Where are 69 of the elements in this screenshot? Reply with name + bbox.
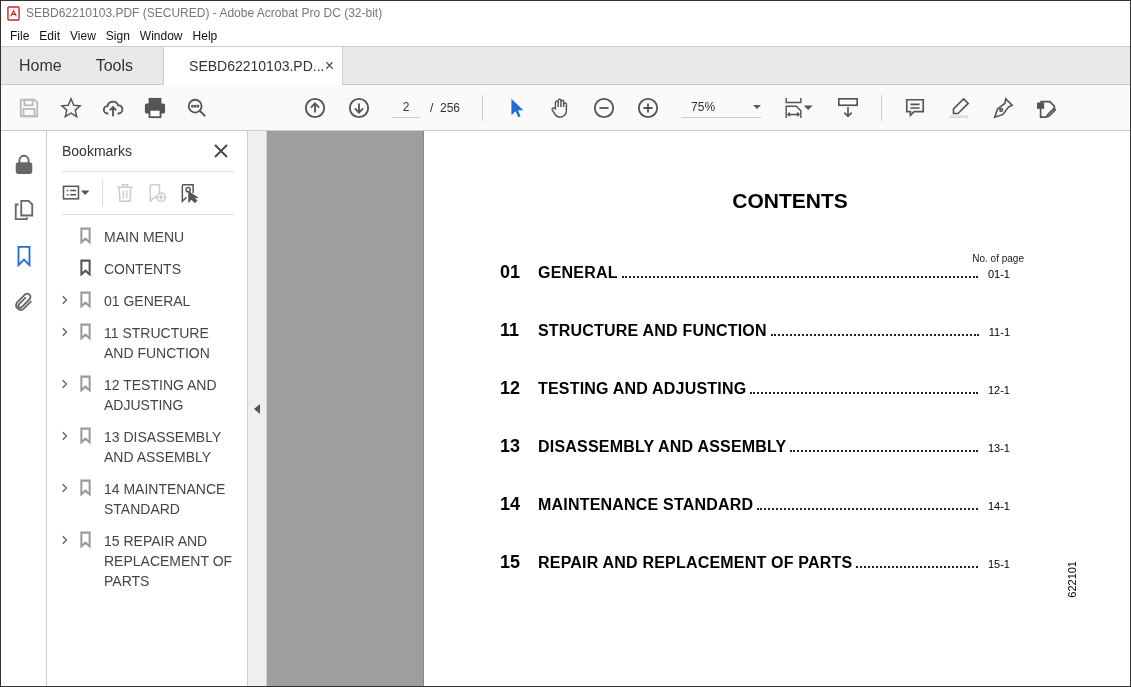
page-reference: 13-1 xyxy=(987,442,1010,454)
window-title: SEBD62210103.PDF (SECURED) - Adobe Acrobat Pro DC (32-bit) xyxy=(26,6,383,20)
menu-item[interactable]: File xyxy=(5,28,35,43)
pages-icon[interactable] xyxy=(12,199,35,221)
expand-chevron-icon[interactable] xyxy=(62,327,68,337)
menu-item[interactable]: Sign xyxy=(100,28,135,43)
bookmark-item[interactable]: 13 DISASSEMBLY AND ASSEMBLY xyxy=(104,427,234,467)
scroll-mode-icon[interactable] xyxy=(837,96,860,119)
section-title: STRUCTURE AND FUNCTION xyxy=(538,322,767,340)
document-tab[interactable]: SEBD62210103.PD...× xyxy=(163,47,344,85)
fit-width-icon[interactable] xyxy=(783,96,816,119)
collapse-arrow-icon[interactable] xyxy=(254,403,260,414)
bookmark-item[interactable]: 12 TESTING AND ADJUSTING xyxy=(104,375,234,415)
menu-item[interactable]: Window xyxy=(134,28,188,43)
previous-page-icon[interactable] xyxy=(304,96,326,119)
fountain-pen-icon[interactable] xyxy=(992,96,1015,119)
menu-item[interactable]: Edit xyxy=(34,28,66,43)
section-number: 15 xyxy=(500,552,522,573)
expand-chevron-icon[interactable] xyxy=(62,483,68,493)
section-number: 12 xyxy=(500,378,522,399)
pdf-icon xyxy=(7,5,20,21)
bookmark-item[interactable]: 14 MAINTENANCE STANDARD xyxy=(104,479,234,519)
bookmark-item[interactable]: CONTENTS xyxy=(104,259,181,279)
section-number: 11 xyxy=(500,320,521,341)
star-icon[interactable] xyxy=(60,96,82,119)
section-title: TESTING AND ADJUSTING xyxy=(538,380,747,398)
bookmark-search-icon[interactable] xyxy=(179,183,199,203)
next-page-icon[interactable] xyxy=(348,96,370,119)
zoom-in-icon[interactable] xyxy=(637,96,660,119)
bookmark-item[interactable]: 15 REPAIR AND REPLACEMENT OF PARTS xyxy=(104,531,234,591)
expand-chevron-icon[interactable] xyxy=(62,431,68,441)
column-header: No. of page xyxy=(971,253,1024,264)
page-reference: 12-1 xyxy=(987,384,1010,396)
document-title: CONTENTS xyxy=(731,189,849,213)
page-reference: 01-1 xyxy=(987,268,1010,280)
nav-tab[interactable]: Home xyxy=(1,47,78,84)
page-reference: 11-1 xyxy=(988,326,1010,338)
expand-chevron-icon[interactable] xyxy=(62,379,68,389)
close-icon[interactable] xyxy=(214,144,228,158)
comment-icon[interactable] xyxy=(904,96,927,119)
printer-icon[interactable] xyxy=(144,96,166,119)
expand-chevron-icon[interactable] xyxy=(62,295,68,305)
bookmark-item[interactable]: 01 GENERAL xyxy=(104,291,191,311)
list-options-icon[interactable] xyxy=(62,183,90,203)
zoom-dropdown[interactable]: 75% xyxy=(681,97,762,118)
nav-tab[interactable]: Tools xyxy=(77,47,150,84)
page-reference: 14-1 xyxy=(987,500,1010,512)
paperclip-icon[interactable] xyxy=(12,291,35,313)
page-number-field[interactable]: 2 xyxy=(392,97,420,118)
menu-item[interactable]: Help xyxy=(187,28,223,43)
panel-title: Bookmarks xyxy=(62,143,133,159)
section-title: GENERAL xyxy=(538,264,618,282)
zoom-out-icon[interactable] xyxy=(593,96,616,119)
section-title: DISASSEMBLY AND ASSEMBLY xyxy=(538,438,787,456)
document-code: 622101 xyxy=(1066,561,1078,598)
section-title: MAINTENANCE STANDARD xyxy=(538,496,754,514)
section-number: 14 xyxy=(500,494,522,515)
section-number: 01 xyxy=(500,262,522,283)
bookmark-item[interactable]: 11 STRUCTURE AND FUNCTION xyxy=(104,323,234,363)
page-reference: 15-1 xyxy=(987,558,1010,570)
magnifier-icon[interactable] xyxy=(186,96,208,119)
bookmark-item[interactable]: MAIN MENU xyxy=(104,227,185,247)
expand-chevron-icon[interactable] xyxy=(62,535,68,545)
highlighter-icon[interactable] xyxy=(948,96,971,119)
close-tab-button[interactable]: × xyxy=(324,57,335,75)
menu-item[interactable]: View xyxy=(65,28,101,43)
page-total: / 256 xyxy=(430,100,461,115)
section-number: 13 xyxy=(500,436,522,457)
section-title: REPAIR AND REPLACEMENT OF PARTS xyxy=(538,554,853,572)
